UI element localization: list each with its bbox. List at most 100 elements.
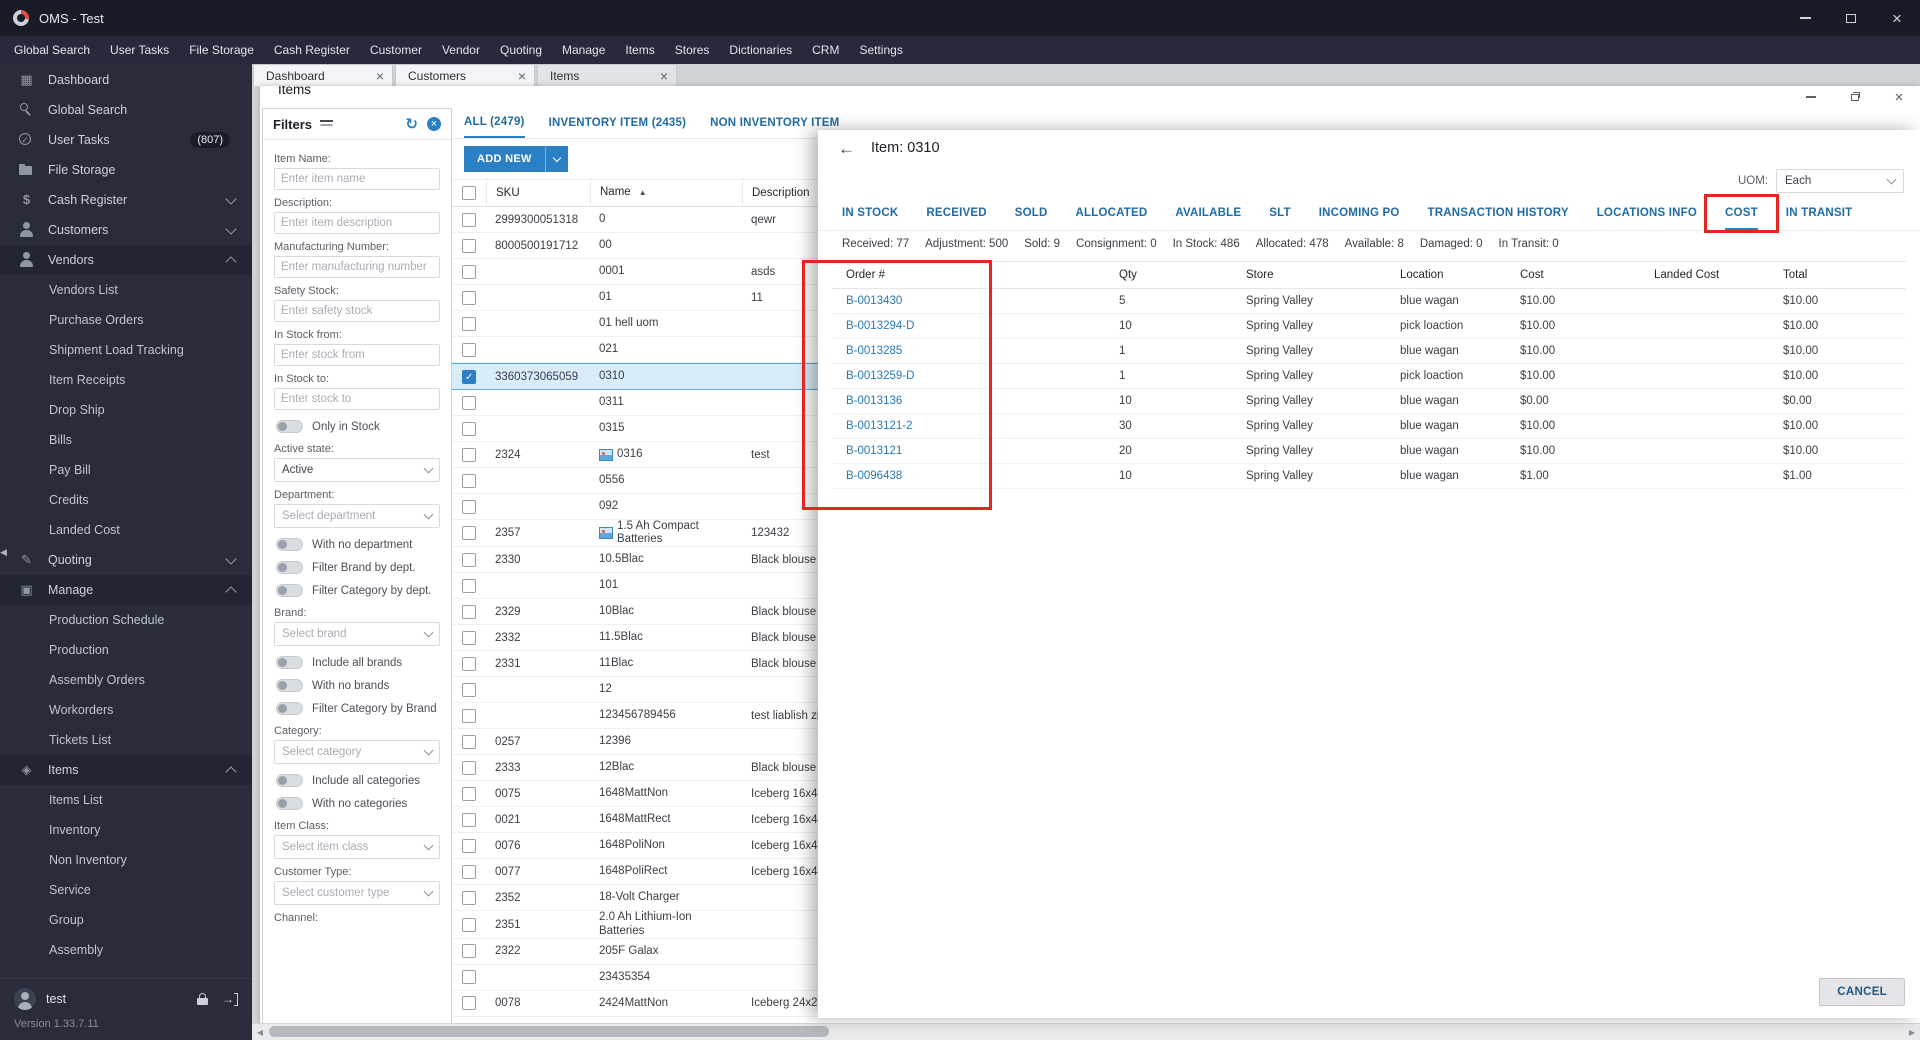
cancel-button[interactable]: CANCEL — [1819, 978, 1905, 1006]
detail-table-row[interactable]: B-0013294-D 10 Spring Valley pick loaction $… — [832, 314, 1906, 339]
select-all-checkbox[interactable] — [462, 186, 476, 200]
row-checkbox[interactable] — [462, 838, 476, 853]
row-checkbox[interactable] — [462, 786, 476, 801]
menu-item-stores[interactable]: Stores — [665, 36, 720, 64]
row-checkbox[interactable] — [462, 630, 476, 645]
order-link[interactable]: B-0013121 — [846, 445, 902, 457]
sidebar-item-vendors-list[interactable]: Vendors List — [0, 275, 252, 305]
sidebar-item-workorders[interactable]: Workorders — [0, 695, 252, 725]
order-link[interactable]: B-0013121-2 — [846, 420, 913, 432]
detail-table-row[interactable]: B-0013121-2 30 Spring Valley blue wagan $10.… — [832, 414, 1906, 439]
order-link[interactable]: B-0013259-D — [846, 370, 914, 382]
column-header-store[interactable]: Store — [1232, 269, 1386, 281]
menu-item-vendor[interactable]: Vendor — [432, 36, 490, 64]
detail-tab-sold[interactable]: SOLD — [1015, 196, 1048, 230]
filter-select-department[interactable]: Select department — [274, 504, 440, 528]
maximize-button[interactable] — [1828, 0, 1874, 36]
detail-table-row[interactable]: B-0096438 10 Spring Valley blue wagan $1.00 $… — [832, 464, 1906, 489]
menu-item-customer[interactable]: Customer — [360, 36, 432, 64]
close-icon[interactable]: × — [518, 69, 526, 83]
menu-item-crm[interactable]: CRM — [802, 36, 849, 64]
sidebar-item-user-tasks[interactable]: User Tasks (807) — [0, 125, 252, 155]
detail-tab-transaction-history[interactable]: TRANSACTION HISTORY — [1428, 196, 1569, 230]
sidebar-item-shipment-load-tracking[interactable]: Shipment Load Tracking — [0, 335, 252, 365]
sidebar-item-cash-register[interactable]: Cash Register — [0, 185, 252, 215]
row-checkbox[interactable] — [462, 656, 476, 671]
filter-select-customer-type[interactable]: Select customer type — [274, 881, 440, 905]
sidebar-item-manage[interactable]: Manage — [0, 575, 252, 605]
clear-filters-button[interactable]: × — [427, 117, 441, 131]
row-checkbox[interactable] — [462, 473, 476, 488]
toggle-switch[interactable] — [276, 538, 303, 551]
row-checkbox[interactable] — [462, 342, 476, 357]
menu-item-user-tasks[interactable]: User Tasks — [100, 36, 179, 64]
order-link[interactable]: B-0013294-D — [846, 320, 914, 332]
row-checkbox[interactable] — [462, 421, 476, 436]
sidebar-item-credits[interactable]: Credits — [0, 485, 252, 515]
sidebar-item-assembly-orders[interactable]: Assembly Orders — [0, 665, 252, 695]
row-checkbox[interactable] — [462, 682, 476, 697]
row-checkbox[interactable] — [462, 890, 476, 905]
order-link[interactable]: B-0013430 — [846, 295, 902, 307]
collapse-sidebar-button[interactable]: ◀ — [0, 540, 12, 564]
row-checkbox[interactable] — [462, 212, 476, 227]
toggle-switch[interactable] — [276, 561, 303, 574]
filter-select-brand[interactable]: Select brand — [274, 622, 440, 646]
column-header-qty[interactable]: Qty — [1105, 269, 1232, 281]
sidebar-item-dashboard[interactable]: Dashboard — [0, 65, 252, 95]
add-new-button[interactable]: ADD NEW — [464, 146, 545, 172]
column-header-location[interactable]: Location — [1386, 269, 1506, 281]
close-icon[interactable]: × — [376, 69, 384, 83]
sidebar-item-purchase-orders[interactable]: Purchase Orders — [0, 305, 252, 335]
row-checkbox[interactable] — [462, 395, 476, 410]
sidebar-item-landed-cost[interactable]: Landed Cost — [0, 515, 252, 545]
sidebar-item-global-search[interactable]: Global Search — [0, 95, 252, 125]
detail-table-row[interactable]: B-0013285 1 Spring Valley blue wagan $10.00 $… — [832, 339, 1906, 364]
menu-item-dictionaries[interactable]: Dictionaries — [719, 36, 802, 64]
row-checkbox[interactable] — [462, 499, 476, 514]
toggle-switch[interactable] — [276, 679, 303, 692]
row-checkbox[interactable] — [462, 734, 476, 749]
row-checkbox[interactable] — [462, 864, 476, 879]
sidebar-item-drop-ship[interactable]: Drop Ship — [0, 395, 252, 425]
column-header-cost[interactable]: Cost — [1506, 269, 1640, 281]
items-tab-all-2479[interactable]: ALL (2479) — [464, 108, 525, 138]
detail-tab-in-stock[interactable]: IN STOCK — [842, 196, 898, 230]
uom-select[interactable]: Each — [1776, 169, 1904, 193]
sidebar-item-quoting[interactable]: Quoting — [0, 545, 252, 575]
row-checkbox[interactable] — [462, 526, 476, 541]
sidebar-item-inventory[interactable]: Inventory — [0, 815, 252, 845]
detail-table-row[interactable]: B-0013121 20 Spring Valley blue wagan $10.00… — [832, 439, 1906, 464]
row-checkbox[interactable] — [462, 578, 476, 593]
menu-item-quoting[interactable]: Quoting — [490, 36, 552, 64]
filter-select-item-class[interactable]: Select item class — [274, 835, 440, 859]
scroll-left-button[interactable]: ◀ — [252, 1024, 268, 1040]
row-checkbox[interactable] — [462, 264, 476, 279]
items-window-restore-button[interactable] — [1848, 90, 1862, 104]
toggle-switch[interactable] — [276, 774, 303, 787]
row-checkbox[interactable] — [462, 369, 476, 384]
row-checkbox[interactable] — [462, 552, 476, 567]
filter-select-active-state[interactable]: Active — [274, 458, 440, 482]
sidebar-item-customers[interactable]: Customers — [0, 215, 252, 245]
detail-tab-incoming-po[interactable]: INCOMING PO — [1319, 196, 1400, 230]
detail-tab-allocated[interactable]: ALLOCATED — [1076, 196, 1148, 230]
row-checkbox[interactable] — [462, 316, 476, 331]
sidebar-item-pay-bill[interactable]: Pay Bill — [0, 455, 252, 485]
column-header-sku[interactable]: SKU — [486, 180, 590, 206]
row-checkbox[interactable] — [462, 290, 476, 305]
filter-input-item-name[interactable] — [274, 168, 440, 190]
sidebar-item-item-receipts[interactable]: Item Receipts — [0, 365, 252, 395]
toggle-switch[interactable] — [276, 584, 303, 597]
menu-item-file-storage[interactable]: File Storage — [179, 36, 264, 64]
row-checkbox[interactable] — [462, 970, 476, 985]
row-checkbox[interactable] — [462, 238, 476, 253]
sidebar-item-non-inventory[interactable]: Non Inventory — [0, 845, 252, 875]
sidebar-item-assembly[interactable]: Assembly — [0, 935, 252, 965]
toggle-switch[interactable] — [276, 702, 303, 715]
row-checkbox[interactable] — [462, 944, 476, 959]
detail-table-row[interactable]: B-0013430 5 Spring Valley blue wagan $10.00 $… — [832, 289, 1906, 314]
row-checkbox[interactable] — [462, 917, 476, 932]
row-checkbox[interactable] — [462, 760, 476, 775]
tab-items[interactable]: Items × — [537, 64, 677, 86]
